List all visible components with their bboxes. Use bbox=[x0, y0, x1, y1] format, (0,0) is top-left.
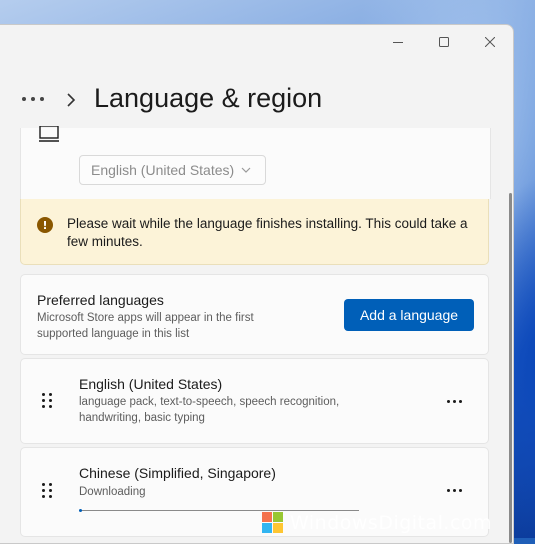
more-options-button[interactable] bbox=[439, 391, 469, 411]
windows-display-language-card: English (United States) bbox=[20, 126, 491, 199]
language-features: language pack, text-to-speech, speech re… bbox=[79, 396, 340, 424]
maximize-icon bbox=[439, 37, 449, 47]
page-title: Language & region bbox=[94, 83, 323, 113]
preferred-languages-card: Preferred languages Microsoft Store apps… bbox=[20, 274, 489, 355]
add-language-button[interactable]: Add a language bbox=[344, 299, 474, 331]
language-status: Downloading bbox=[79, 486, 146, 498]
maximize-button[interactable] bbox=[421, 25, 467, 59]
preferred-languages-title: Preferred languages bbox=[37, 292, 164, 308]
scrollbar[interactable] bbox=[509, 193, 512, 543]
minimize-icon bbox=[393, 42, 403, 43]
settings-window: Language & region English (United States… bbox=[0, 24, 514, 544]
display-language-value: English (United States) bbox=[91, 162, 235, 178]
watermark: WindowsDigital.com bbox=[262, 508, 492, 538]
installing-info-bar: ! Please wait while the language finishe… bbox=[20, 199, 489, 265]
monitor-icon bbox=[39, 126, 59, 142]
language-name: Chinese (Simplified, Singapore) bbox=[79, 465, 276, 481]
more-options-button[interactable] bbox=[439, 480, 469, 500]
info-icon: ! bbox=[37, 217, 53, 233]
minimize-button[interactable] bbox=[375, 25, 421, 59]
close-icon bbox=[485, 37, 495, 47]
display-language-dropdown[interactable]: English (United States) bbox=[79, 155, 266, 185]
chevron-down-icon bbox=[241, 167, 251, 173]
download-progress-fill bbox=[79, 509, 82, 512]
breadcrumb-overflow-button[interactable] bbox=[22, 97, 48, 103]
preferred-languages-description: Microsoft Store apps will appear in the … bbox=[37, 312, 254, 340]
language-item-english: English (United States) language pack, t… bbox=[20, 358, 489, 444]
breadcrumb-chevron-icon bbox=[67, 93, 76, 107]
language-name: English (United States) bbox=[79, 376, 223, 392]
caption-buttons bbox=[375, 25, 513, 59]
drag-handle-icon[interactable] bbox=[42, 483, 54, 499]
watermark-text: WindowsDigital.com bbox=[290, 512, 493, 534]
close-button[interactable] bbox=[467, 25, 513, 59]
info-bar-message: Please wait while the language finishes … bbox=[67, 216, 468, 249]
drag-handle-icon[interactable] bbox=[42, 393, 54, 409]
windows-logo-icon bbox=[262, 512, 284, 534]
